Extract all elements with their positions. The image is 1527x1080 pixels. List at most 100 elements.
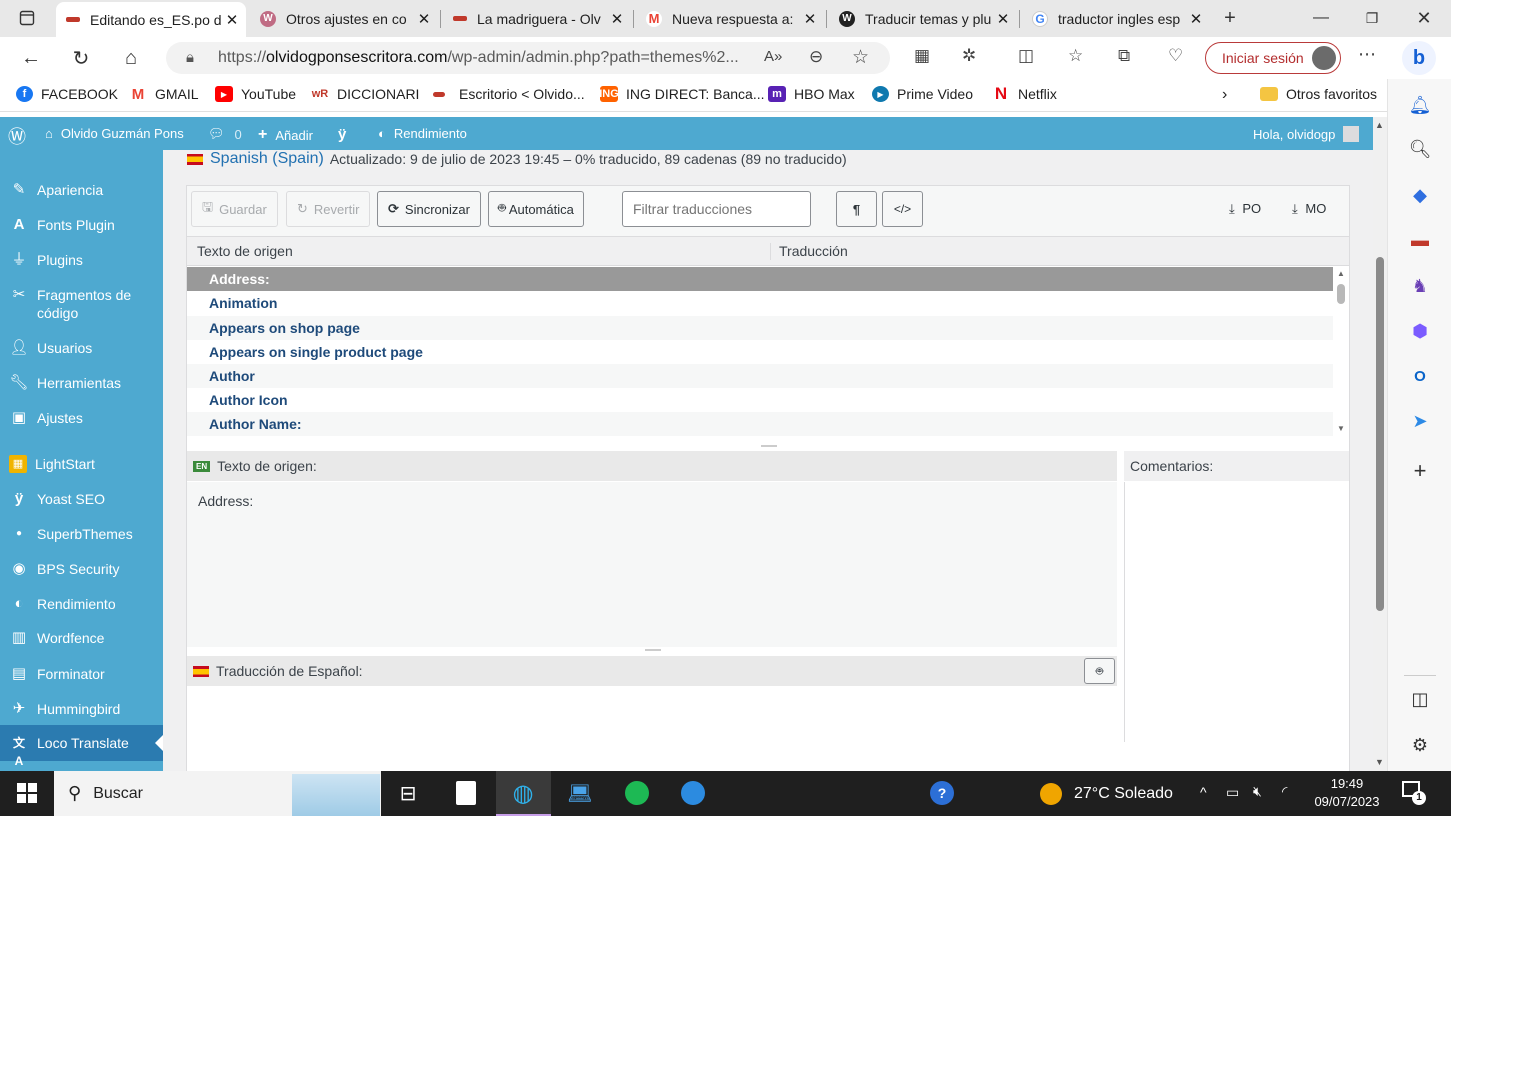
menu-item-yoast[interactable]: ÿ Yoast SEO [0, 490, 163, 508]
bookmark-youtube[interactable]: ▶ YouTube [215, 86, 296, 102]
minimize-icon[interactable]: — [1308, 5, 1334, 31]
scroll-up-icon[interactable]: ▲ [1375, 120, 1384, 130]
yoast-icon[interactable]: ÿ [338, 126, 346, 143]
favorites-icon[interactable]: ☆ [1068, 46, 1083, 66]
list-item[interactable]: Appears on single product page [187, 340, 1333, 364]
drop-send-icon[interactable]: ➤ [1409, 410, 1431, 432]
revert-button[interactable]: ↻ Revertir [286, 191, 371, 227]
new-tab-button[interactable]: + [1217, 5, 1243, 31]
search-icon[interactable]: 🔍︎ [1409, 138, 1432, 160]
shopping-tag-icon[interactable]: ◆ [1409, 184, 1431, 206]
extensions-puzzle-grey-icon[interactable]: ▦ [914, 46, 930, 66]
add-icon[interactable]: + [1409, 458, 1431, 483]
browser-essentials-icon[interactable]: ♡ [1168, 46, 1183, 66]
help-icon[interactable]: ? [927, 778, 957, 808]
browser-tab-0[interactable]: Editando es_ES.po d ✕ [56, 2, 246, 37]
task-view-icon[interactable]: ⊟ [393, 778, 423, 808]
list-item[interactable]: Address: [187, 267, 1333, 291]
scroll-up-icon[interactable]: ▲ [1337, 269, 1345, 278]
bookmark-escritorio[interactable]: Escritorio < Olvido... [433, 86, 585, 102]
tools-toolbox-icon[interactable]: ▬ [1409, 229, 1431, 251]
bookmark-ing[interactable]: ING ING DIRECT: Banca... [599, 86, 764, 102]
refresh-icon[interactable]: ↻ [68, 45, 94, 71]
menu-item-fragmentos[interactable]: ✂ Fragmentos de código [0, 286, 163, 322]
menu-item-wordfence[interactable]: ▥ Wordfence [0, 629, 163, 647]
speaker-muted-icon[interactable]: 🔇︎ [1253, 783, 1262, 800]
tab-actions-icon[interactable] [14, 5, 40, 31]
close-icon[interactable]: ✕ [1186, 10, 1206, 28]
browser-tab-5[interactable]: G traductor ingles esp ✕ [1022, 4, 1210, 33]
save-button[interactable]: 🖫 Guardar [191, 191, 278, 227]
bookmark-primevideo[interactable]: ▶ Prime Video [872, 86, 973, 102]
extensions-icon[interactable]: ✲ [962, 46, 976, 66]
chevron-up-icon[interactable]: ^ [1200, 784, 1207, 800]
gear-icon[interactable]: ⚙ [1409, 734, 1431, 756]
notification-bell-icon[interactable]: 🔔︎ [1409, 94, 1432, 116]
wifi-icon[interactable]: ◜ [1282, 783, 1287, 800]
close-icon[interactable]: ✕ [414, 10, 434, 28]
taskbar-search[interactable]: ⚲ Buscar [54, 771, 381, 816]
bookmark-diccionari[interactable]: wR DICCIONARI [311, 86, 420, 102]
browser-tab-1[interactable]: W Otros ajustes en co ✕ [250, 4, 438, 33]
close-icon[interactable]: ✕ [993, 10, 1013, 28]
page-scrollbar[interactable]: ▲ ▼ [1373, 117, 1387, 771]
resize-handle[interactable] [645, 649, 661, 651]
file-icon[interactable] [451, 778, 481, 808]
bookmark-facebook[interactable]: f FACEBOOK [16, 86, 118, 102]
menu-item-bps-security[interactable]: ◉ BPS Security [0, 560, 163, 578]
browser-tab-2[interactable]: La madriguera - Olv ✕ [443, 4, 631, 33]
bookmark-gmail[interactable]: M GMAIL [129, 86, 199, 103]
list-item[interactable]: Author Icon [187, 388, 1333, 412]
bookmark-netflix[interactable]: N Netflix [992, 84, 1057, 103]
language-link[interactable]: Spanish (Spain) [210, 150, 324, 168]
close-icon[interactable]: ✕ [607, 10, 627, 28]
menu-item-usuarios[interactable]: 👤︎ Usuarios [0, 339, 163, 357]
toggle-code-view-button[interactable]: </> [882, 191, 923, 227]
sign-in-button[interactable]: Iniciar sesión [1205, 42, 1341, 74]
windows-start-icon[interactable] [12, 778, 42, 808]
read-aloud-icon[interactable]: A» [764, 48, 782, 65]
bookmarks-overflow-chevron-icon[interactable]: › [1222, 86, 1227, 104]
edge-icon[interactable]: ◍ [508, 778, 538, 808]
list-item[interactable]: Animation [187, 291, 1333, 315]
menu-item-ajustes[interactable]: ▣ Ajustes [0, 409, 163, 427]
menu-item-rendimiento[interactable]: ◐ Rendimiento [0, 595, 163, 613]
column-header-source[interactable]: Texto de origen [197, 243, 293, 259]
site-name-link[interactable]: ⌂ Olvido Guzmán Pons [45, 126, 184, 141]
weather-app-icon[interactable] [678, 778, 708, 808]
menu-item-apariencia[interactable]: ✎ Apariencia [0, 181, 163, 199]
performance-link[interactable]: ◐ Rendimiento [378, 126, 467, 141]
menu-item-superbthemes[interactable]: ● SuperbThemes [0, 525, 163, 543]
menu-item-loco-translate[interactable]: 文A Loco Translate [0, 725, 163, 768]
scroll-down-icon[interactable]: ▼ [1375, 757, 1384, 767]
scroll-down-icon[interactable]: ▼ [1337, 424, 1345, 433]
scrollbar-thumb[interactable] [1337, 284, 1345, 304]
download-po-button[interactable]: ⤓ PO [1229, 201, 1261, 217]
split-screen-icon[interactable]: ◫ [1018, 46, 1034, 66]
favorite-star-icon[interactable]: ☆ [852, 46, 869, 69]
restore-icon[interactable]: ❐ [1359, 5, 1385, 31]
menu-item-herramientas[interactable]: 🔧︎ Herramientas [0, 374, 163, 392]
list-item[interactable]: Author Name: [187, 412, 1333, 436]
weather-text[interactable]: 27°C Soleado [1074, 785, 1173, 803]
filter-translations-input[interactable] [622, 191, 811, 227]
spotify-icon[interactable] [622, 778, 652, 808]
bing-copilot-icon[interactable]: b [1402, 41, 1436, 75]
auto-translate-button[interactable]: 🤖︎ Automática [488, 191, 584, 227]
strings-list-scrollbar[interactable]: ▲ ▼ [1334, 267, 1348, 439]
download-mo-button[interactable]: ⤓ MO [1292, 201, 1326, 217]
menu-item-fonts-plugin[interactable]: A Fonts Plugin [0, 216, 163, 234]
translation-field[interactable] [187, 687, 1117, 747]
zoom-icon[interactable]: ⊖ [809, 47, 823, 67]
account-menu[interactable]: Hola, olvidogp [1253, 126, 1360, 142]
other-favorites-folder[interactable]: Otros favoritos [1260, 86, 1377, 102]
menu-item-forminator[interactable]: ▤ Forminator [0, 665, 163, 683]
url-field[interactable]: 🔒︎ https://olvidogponsescritora.com/wp-a… [166, 42, 890, 74]
clock[interactable]: 19:49 09/07/2023 [1304, 775, 1390, 811]
list-item[interactable]: Author [187, 364, 1333, 388]
scrollbar-thumb[interactable] [1376, 257, 1384, 611]
close-icon[interactable]: ✕ [222, 11, 242, 29]
microsoft365-icon[interactable]: ⬢ [1409, 320, 1431, 342]
browser-tab-4[interactable]: W Traducir temas y plu ✕ [829, 4, 1017, 33]
close-window-icon[interactable]: ✕ [1411, 5, 1437, 31]
